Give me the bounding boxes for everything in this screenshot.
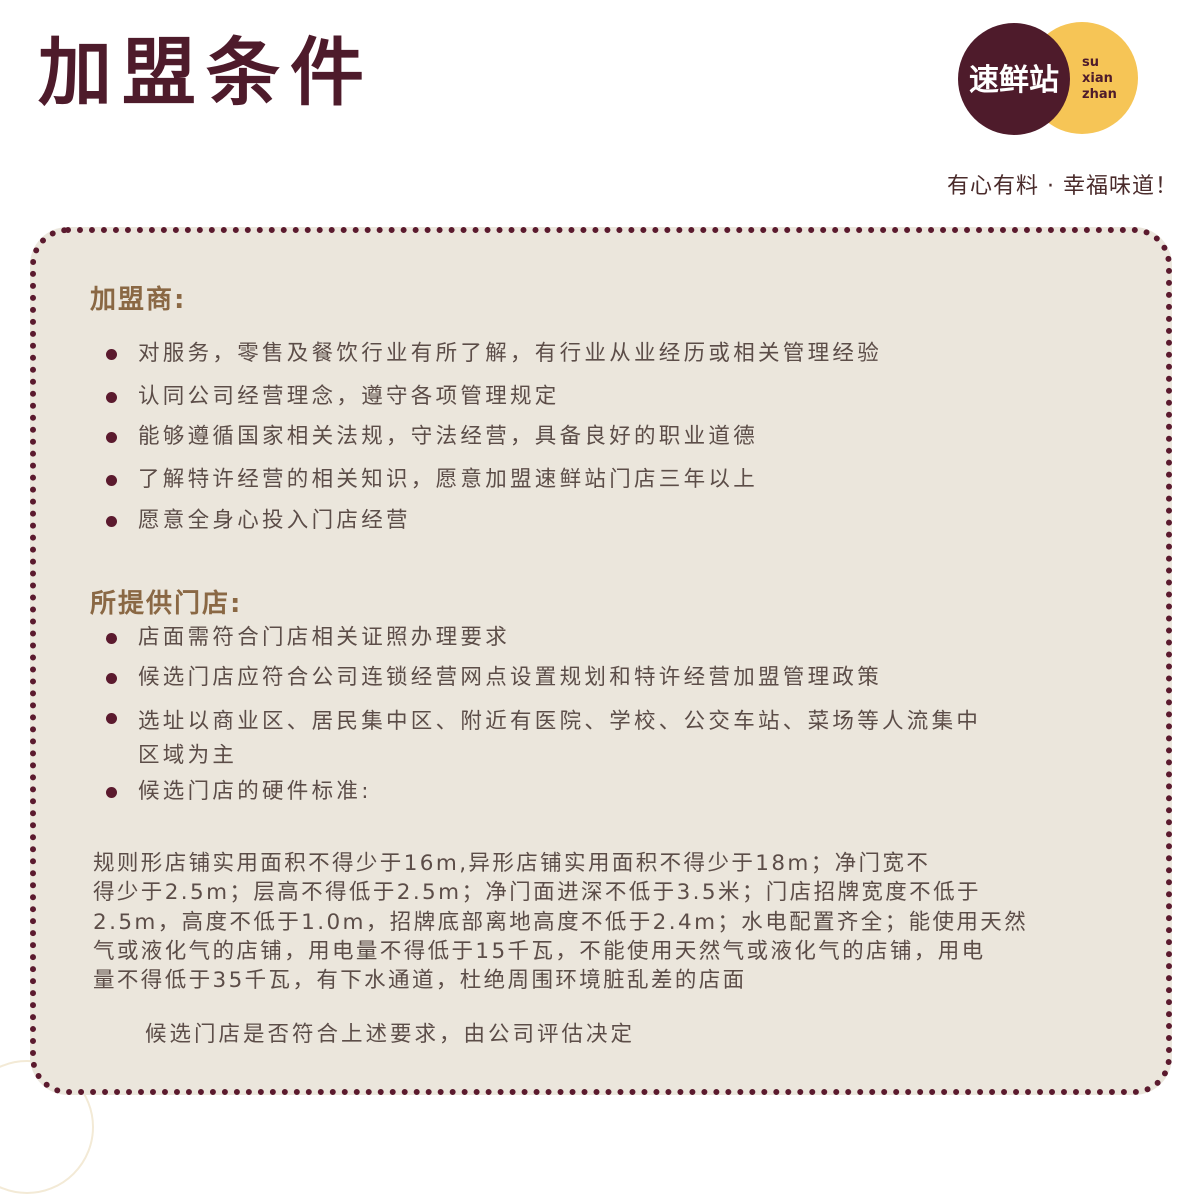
list-item: 候选门店应符合公司连锁经营网点设置规划和特许经营加盟管理政策 (106, 663, 981, 693)
paragraph-line: 量不得低于35千瓦，有下水通道，杜绝周围环境脏乱差的店面 (93, 968, 747, 994)
list-item: 愿意全身心投入门店经营 (106, 506, 882, 536)
list-item: 店面需符合门店相关证照办理要求 (106, 623, 981, 653)
hardware-standards-paragraph: 规则形店铺实用面积不得少于16m,异形店铺实用面积不得少于18m；净门宽不 得少… (93, 849, 1133, 995)
bullet-dot-icon (106, 516, 117, 527)
paragraph-line: 规则形店铺实用面积不得少于16m,异形店铺实用面积不得少于18m；净门宽不 (93, 851, 931, 876)
paragraph-line: 2.5m，高度不低于1.0m，招牌底部离地高度不低于2.4m；水电配置齐全；能使… (93, 909, 1029, 935)
store-list: 店面需符合门店相关证照办理要求 候选门店应符合公司连锁经营网点设置规划和特许经营… (106, 623, 981, 807)
list-item-text: 对服务，零售及餐饮行业有所了解，有行业从业经历或相关管理经验 (138, 341, 883, 366)
bullet-dot-icon (106, 475, 117, 486)
list-item: 能够遵循国家相关法规，守法经营，具备良好的职业道德 (106, 422, 882, 452)
bullet-dot-icon (106, 432, 117, 443)
bullet-dot-icon (106, 713, 117, 724)
closing-note: 候选门店是否符合上述要求，由公司评估决定 (145, 1022, 636, 1047)
bullet-dot-icon (106, 673, 117, 684)
franchisee-list: 对服务，零售及餐饮行业有所了解，有行业从业经历或相关管理经验 认同公司经营理念，… (106, 339, 882, 536)
list-item-text: 选址以商业区、居民集中区、附近有医院、学校、公交车站、菜场等人流集中 (138, 709, 982, 734)
store-section-title: 所提供门店: (90, 589, 243, 619)
list-item-text: 候选门店应符合公司连锁经营网点设置规划和特许经营加盟管理政策 (138, 665, 883, 690)
logo-en-zhan: zhan (1082, 87, 1117, 102)
list-item: 候选门店的硬件标准: (106, 777, 981, 807)
list-item-text: 认同公司经营理念，遵守各项管理规定 (138, 384, 560, 409)
logo-en-su: su (1082, 55, 1099, 70)
slogan: 有心有料 · 幸福味道！ (947, 174, 1178, 199)
page-title: 加盟条件 (38, 30, 374, 116)
logo-en-xian: xian (1082, 71, 1113, 86)
requirements-card: 加盟商: 对服务，零售及餐饮行业有所了解，有行业从业经历或相关管理经验 认同公司… (30, 227, 1172, 1095)
list-item: 了解特许经营的相关知识，愿意加盟速鲜站门店三年以上 (106, 465, 882, 495)
list-item-text: 了解特许经营的相关知识，愿意加盟速鲜站门店三年以上 (138, 467, 759, 492)
list-item-text: 能够遵循国家相关法规，守法经营，具备良好的职业道德 (138, 424, 759, 449)
franchisee-section-title: 加盟商: (90, 285, 187, 315)
list-item: 对服务，零售及餐饮行业有所了解，有行业从业经历或相关管理经验 (106, 339, 882, 369)
list-item: 选址以商业区、居民集中区、附近有医院、学校、公交车站、菜场等人流集中 区域为主 (106, 705, 981, 773)
bullet-dot-icon (106, 787, 117, 798)
list-item-text: 愿意全身心投入门店经营 (138, 508, 411, 533)
bullet-dot-icon (106, 349, 117, 360)
bullet-dot-icon (106, 633, 117, 644)
list-item-text: 店面需符合门店相关证照办理要求 (138, 625, 511, 650)
paragraph-line: 得少于2.5m；层高不得低于2.5m；净门面进深不低于3.5米；门店招牌宽度不低… (93, 880, 981, 906)
list-item-text: 候选门店的硬件标准: (138, 779, 372, 804)
paragraph-line: 气或液化气的店铺，用电量不得低于15千瓦，不能使用天然气或液化气的店铺，用电 (93, 938, 986, 964)
bullet-dot-icon (106, 392, 117, 403)
list-item-text-continued: 区域为主 (138, 743, 238, 768)
logo-cn-text: 速鲜站 (969, 63, 1059, 98)
brand-logo: 速鲜站 su xian zhan (958, 22, 1138, 135)
list-item: 认同公司经营理念，遵守各项管理规定 (106, 382, 882, 412)
